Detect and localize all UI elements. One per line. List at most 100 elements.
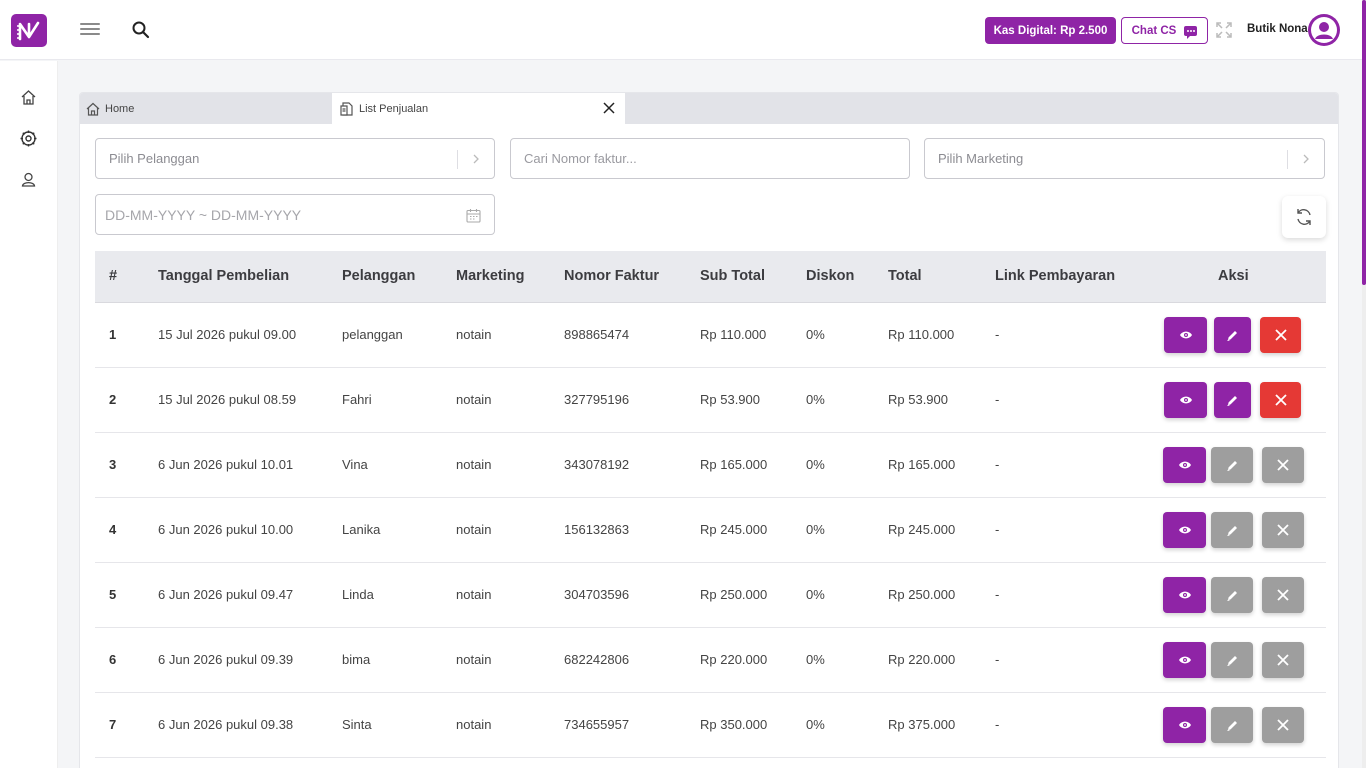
cell-customer: bima [342, 652, 371, 667]
delete-button[interactable] [1262, 512, 1304, 548]
cell-discount: 0% [806, 392, 825, 407]
cell-date: 6 Jun 2026 pukul 09.47 [158, 587, 294, 602]
kas-digital-button[interactable]: Kas Digital: Rp 2.500 [985, 17, 1116, 44]
view-button[interactable] [1163, 447, 1206, 483]
view-button[interactable] [1163, 642, 1206, 678]
customer-select-placeholder: Pilih Pelanggan [109, 151, 200, 166]
calendar-icon[interactable] [466, 208, 481, 223]
invoice-search-input[interactable] [524, 151, 909, 166]
chat-bubble-icon [1184, 25, 1198, 39]
scrollbar-thumb[interactable] [1362, 0, 1366, 285]
table-row: 2 15 Jul 2026 pukul 08.59 Fahri notain 32779… [95, 368, 1326, 433]
product-settings-icon[interactable] [20, 130, 37, 147]
customer-select[interactable]: Pilih Pelanggan [95, 138, 495, 179]
cell-subtotal: Rp 220.000 [700, 652, 768, 667]
view-button[interactable] [1163, 512, 1206, 548]
pencil-icon [1226, 525, 1237, 536]
cell-marketing: notain [456, 587, 492, 602]
table-row: 7 6 Jun 2026 pukul 09.38 Sinta notain 734655… [95, 693, 1326, 758]
edit-button[interactable] [1211, 642, 1253, 678]
marketing-select[interactable]: Pilih Marketing [924, 138, 1325, 179]
avatar[interactable] [1308, 14, 1340, 46]
marketing-select-placeholder: Pilih Marketing [938, 151, 1024, 166]
cell-marketing: notain [456, 327, 492, 342]
cell-date: 15 Jul 2026 pukul 08.59 [158, 392, 297, 407]
table-row: 5 6 Jun 2026 pukul 09.47 Linda notain 304703… [95, 563, 1326, 628]
fullscreen-icon[interactable] [1216, 22, 1232, 38]
eye-icon [1178, 526, 1191, 534]
cell-date: 15 Jul 2026 pukul 09.00 [158, 327, 297, 342]
column-header: Aksi [1218, 268, 1249, 284]
cell-link: - [995, 522, 1000, 537]
divider [1287, 150, 1288, 169]
eye-icon [1178, 591, 1191, 599]
cell-date: 6 Jun 2026 pukul 09.38 [158, 717, 294, 732]
cell-subtotal: Rp 350.000 [700, 717, 768, 732]
table-row: 3 6 Jun 2026 pukul 10.01 Vina notain 3430781… [95, 433, 1326, 498]
edit-button[interactable] [1211, 707, 1253, 743]
edit-button[interactable] [1211, 512, 1253, 548]
app-logo[interactable] [11, 14, 47, 47]
cell-customer: Sinta [342, 717, 372, 732]
cell-marketing: notain [456, 392, 492, 407]
view-button[interactable] [1164, 317, 1207, 353]
cell-invoice: 682242806 [564, 652, 630, 667]
column-header: Sub Total [700, 268, 765, 284]
edit-button[interactable] [1211, 447, 1253, 483]
delete-button[interactable] [1262, 577, 1304, 613]
hamburger-menu-icon[interactable] [80, 20, 100, 40]
tab-home[interactable]: Home [86, 93, 326, 124]
pencil-icon [1226, 460, 1237, 471]
delete-button[interactable] [1262, 707, 1304, 743]
refresh-button[interactable] [1282, 196, 1326, 238]
date-range-field[interactable]: DD-MM-YYYY ~ DD-MM-YYYY [95, 194, 495, 235]
table-body: 1 15 Jul 2026 pukul 09.00 pelanggan notain 8… [95, 303, 1326, 758]
cell-invoice: 343078192 [564, 457, 630, 472]
pencil-icon [1226, 720, 1237, 731]
cell-customer: Lanika [342, 522, 381, 537]
close-icon [1277, 459, 1289, 471]
view-button[interactable] [1163, 707, 1206, 743]
cell-subtotal: Rp 250.000 [700, 587, 768, 602]
close-icon [1277, 654, 1289, 666]
chat-cs-button[interactable]: Chat CS [1121, 17, 1208, 44]
column-header: Link Pembayaran [995, 268, 1116, 284]
cell-marketing: notain [456, 652, 492, 667]
view-button[interactable] [1163, 577, 1206, 613]
delete-button[interactable] [1262, 642, 1304, 678]
tab-list-penjualan[interactable]: List Penjualan [332, 93, 625, 124]
document-icon [340, 101, 353, 116]
cell-discount: 0% [806, 457, 825, 472]
invoice-search-field[interactable] [510, 138, 910, 179]
cell-invoice: 327795196 [564, 392, 630, 407]
user-icon[interactable] [20, 171, 37, 188]
pencil-icon [1226, 655, 1237, 666]
cell-no: 4 [109, 522, 117, 537]
column-header: Diskon [806, 268, 855, 284]
delete-button[interactable] [1260, 382, 1301, 418]
cell-invoice: 156132863 [564, 522, 630, 537]
close-icon [1274, 329, 1287, 341]
cell-link: - [995, 457, 1000, 472]
delete-button[interactable] [1262, 447, 1304, 483]
edit-button[interactable] [1214, 382, 1251, 418]
delete-button[interactable] [1260, 317, 1301, 353]
edit-button[interactable] [1214, 317, 1251, 353]
cell-link: - [995, 652, 1000, 667]
close-icon [1274, 394, 1287, 406]
page-scrollbar[interactable] [1362, 0, 1366, 768]
cell-link: - [995, 587, 1000, 602]
edit-button[interactable] [1211, 577, 1253, 613]
pencil-icon [1226, 590, 1237, 601]
home-icon[interactable] [20, 89, 37, 106]
logo-icon [17, 21, 40, 40]
pencil-icon [1227, 330, 1237, 341]
close-icon[interactable] [603, 102, 615, 114]
column-header: # [109, 268, 118, 284]
table-header: # Tanggal Pembelian Pelanggan Marketing … [95, 251, 1326, 303]
view-button[interactable] [1164, 382, 1207, 418]
refresh-icon [1297, 209, 1311, 225]
cell-total: Rp 245.000 [888, 522, 956, 537]
search-icon[interactable] [131, 20, 151, 40]
cell-marketing: notain [456, 457, 492, 472]
